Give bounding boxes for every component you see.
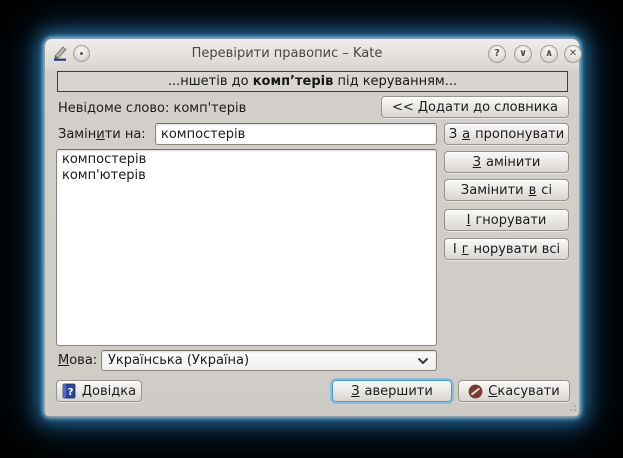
context-before: ...ншетів до <box>168 74 253 89</box>
spellcheck-dialog: Перевірити правопис – Kate ? ∨ ∧ ✕ ...нш… <box>44 38 580 417</box>
cancel-icon <box>468 384 483 399</box>
maximize-button[interactable]: ∧ <box>540 45 558 63</box>
cancel-button[interactable]: Скасувати <box>458 380 570 402</box>
misspelled-word: комп’терів <box>253 74 334 89</box>
svg-text:?: ? <box>67 387 73 398</box>
ignore-button[interactable]: Ігнорувати <box>444 209 569 231</box>
chevron-down-icon: ∨ <box>519 49 527 59</box>
chevron-up-icon: ∧ <box>545 49 553 59</box>
add-to-dictionary-button[interactable]: << Додати до словника <box>381 96 569 118</box>
ignore-all-button[interactable]: Ігнорувати всі <box>444 238 569 260</box>
spellcheck-pencil-icon <box>52 45 69 62</box>
cancel-button-label: Скасувати <box>488 384 559 399</box>
help-button[interactable]: ? Довідка <box>56 380 142 402</box>
help-icon: ? <box>494 49 500 59</box>
language-value: Українська (Україна) <box>108 353 416 368</box>
help-book-icon: ? <box>62 383 77 399</box>
context-after: під керуванням... <box>333 74 457 89</box>
close-icon: ✕ <box>569 49 577 59</box>
titlebar: Перевірити правопис – Kate ? ∨ ∧ ✕ <box>45 39 579 69</box>
window-title: Перевірити правопис – Kate <box>105 46 469 61</box>
context-banner: ...ншетів до комп’терів під керуванням..… <box>57 71 568 92</box>
replacement-input[interactable] <box>155 123 437 145</box>
unknown-word-label: Невідоме слово: комп'терів <box>58 101 246 116</box>
language-select[interactable]: Українська (Україна) <box>101 350 437 371</box>
resize-grip[interactable] <box>568 405 576 413</box>
pin-button[interactable] <box>73 45 90 62</box>
list-item[interactable]: компостерів <box>57 152 436 168</box>
help-button-label: Довідка <box>82 384 136 399</box>
unknown-word-caption: Невідоме слово: <box>58 101 169 116</box>
minimize-button[interactable]: ∨ <box>514 45 532 63</box>
replace-all-button[interactable]: Замінити всі <box>444 179 569 201</box>
chevron-down-icon <box>416 356 430 366</box>
replace-button[interactable]: Замінити <box>444 151 569 173</box>
language-label: Мова: <box>58 353 97 368</box>
finish-button[interactable]: Завершити <box>332 380 452 402</box>
suggestions-list[interactable]: компостерів комп'ютерів <box>56 149 437 346</box>
replace-with-label: Замінити на: <box>58 127 146 142</box>
titlebar-help-button[interactable]: ? <box>488 45 506 63</box>
unknown-word-value: комп'терів <box>173 101 246 116</box>
list-item[interactable]: комп'ютерів <box>57 168 436 184</box>
suggest-button[interactable]: Запропонувати <box>444 123 569 145</box>
close-button[interactable]: ✕ <box>564 45 582 63</box>
